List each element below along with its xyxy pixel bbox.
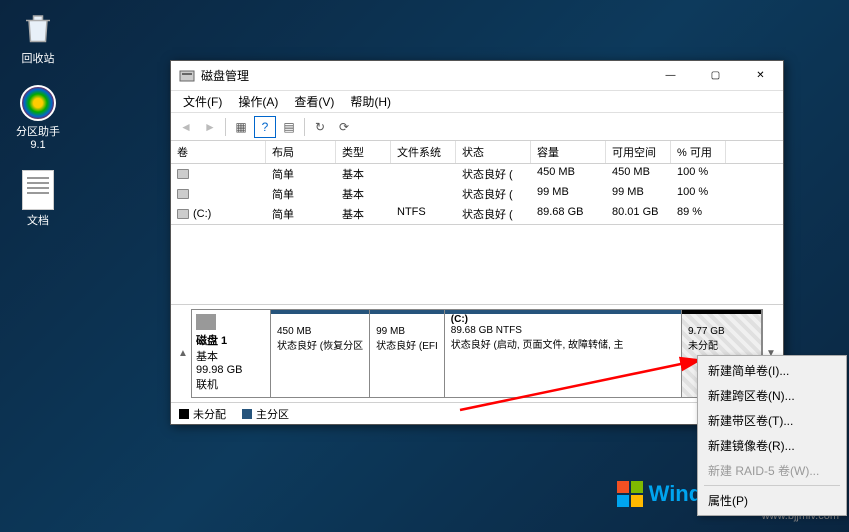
windows-logo-icon [617, 481, 643, 507]
volume-list: 卷 布局 类型 文件系统 状态 容量 可用空间 % 可用 简单 基本 状态良好 … [171, 141, 783, 225]
disk-icon [196, 314, 216, 330]
col-volume[interactable]: 卷 [171, 141, 266, 163]
close-button[interactable]: ✕ [738, 61, 783, 90]
ctx-properties[interactable]: 属性(P) [700, 488, 844, 513]
refresh-button[interactable]: ↻ [309, 116, 331, 138]
ctx-new-raid5-volume: 新建 RAID-5 卷(W)... [700, 458, 844, 483]
document-icon [22, 170, 54, 210]
recycle-bin-icon [18, 8, 58, 48]
desktop-icon-label: 文档 [8, 212, 68, 228]
menu-view[interactable]: 查看(V) [286, 91, 342, 112]
col-type[interactable]: 类型 [336, 141, 391, 163]
ctx-separator [704, 485, 840, 486]
legend: 未分配 主分区 [171, 402, 783, 424]
minimize-button[interactable]: — [648, 61, 693, 90]
disk-management-window: 磁盘管理 — ▢ ✕ 文件(F) 操作(A) 查看(V) 帮助(H) ◄ ► ▦… [170, 60, 784, 425]
ctx-new-mirrored-volume[interactable]: 新建镜像卷(R)... [700, 433, 844, 458]
menu-file[interactable]: 文件(F) [175, 91, 230, 112]
col-filesystem[interactable]: 文件系统 [391, 141, 456, 163]
toolbar: ◄ ► ▦ ? ▤ ↻ ⟳ [171, 113, 783, 141]
col-percent[interactable]: % 可用 [671, 141, 726, 163]
context-menu: 新建简单卷(I)... 新建跨区卷(N)... 新建带区卷(T)... 新建镜像… [697, 355, 847, 516]
volume-row[interactable]: (C:) 简单 基本 NTFS 状态良好 ( 89.68 GB 80.01 GB… [171, 204, 783, 224]
col-free[interactable]: 可用空间 [606, 141, 671, 163]
volume-row[interactable]: 简单 基本 状态良好 ( 450 MB 450 MB 100 % [171, 164, 783, 184]
volume-row[interactable]: 简单 基本 状态良好 ( 99 MB 99 MB 100 % [171, 184, 783, 204]
col-capacity[interactable]: 容量 [531, 141, 606, 163]
settings-button[interactable]: ▤ [278, 116, 300, 138]
forward-button: ► [199, 116, 221, 138]
menu-help[interactable]: 帮助(H) [342, 91, 399, 112]
ctx-new-spanned-volume[interactable]: 新建跨区卷(N)... [700, 383, 844, 408]
legend-unallocated: 未分配 [179, 406, 226, 422]
col-status[interactable]: 状态 [456, 141, 531, 163]
desktop-icon-documents[interactable]: 文档 [8, 170, 68, 228]
desktop-icon-partition-assistant[interactable]: 分区助手 9.1 [8, 85, 68, 151]
maximize-button[interactable]: ▢ [693, 61, 738, 90]
partition-assistant-icon [20, 85, 56, 121]
titlebar[interactable]: 磁盘管理 — ▢ ✕ [171, 61, 783, 91]
window-title: 磁盘管理 [201, 67, 648, 84]
menu-action[interactable]: 操作(A) [230, 91, 286, 112]
volume-icon [177, 209, 189, 219]
disk-label[interactable]: 磁盘 1 基本 99.98 GB 联机 [191, 309, 271, 398]
legend-primary: 主分区 [242, 406, 289, 422]
disk-graphic-panel: ▲ 磁盘 1 基本 99.98 GB 联机 450 MB 状态良好 (恢复分区 [171, 304, 783, 402]
menubar: 文件(F) 操作(A) 查看(V) 帮助(H) [171, 91, 783, 113]
partitions-container: 450 MB 状态良好 (恢复分区 99 MB 状态良好 (EFI (C:) 8… [271, 309, 763, 398]
scroll-up-icon[interactable]: ▲ [175, 309, 191, 398]
volume-icon [177, 169, 189, 179]
ctx-new-striped-volume[interactable]: 新建带区卷(T)... [700, 408, 844, 433]
ctx-new-simple-volume[interactable]: 新建简单卷(I)... [700, 358, 844, 383]
desktop-icon-recycle-bin[interactable]: 回收站 [8, 8, 68, 66]
help-button[interactable]: ? [254, 116, 276, 138]
partition-efi[interactable]: 99 MB 状态良好 (EFI [370, 310, 445, 397]
back-button: ◄ [175, 116, 197, 138]
volume-list-header: 卷 布局 类型 文件系统 状态 容量 可用空间 % 可用 [171, 141, 783, 164]
desktop-icon-label: 回收站 [8, 50, 68, 66]
app-icon [179, 68, 195, 84]
show-hide-button[interactable]: ▦ [230, 116, 252, 138]
window-controls: — ▢ ✕ [648, 61, 783, 90]
rescan-button[interactable]: ⟳ [333, 116, 355, 138]
partition-recovery[interactable]: 450 MB 状态良好 (恢复分区 [271, 310, 370, 397]
volume-icon [177, 189, 189, 199]
partition-c[interactable]: (C:) 89.68 GB NTFS 状态良好 (启动, 页面文件, 故障转储,… [445, 310, 682, 397]
desktop-icon-label: 分区助手 9.1 [8, 123, 68, 151]
col-layout[interactable]: 布局 [266, 141, 336, 163]
